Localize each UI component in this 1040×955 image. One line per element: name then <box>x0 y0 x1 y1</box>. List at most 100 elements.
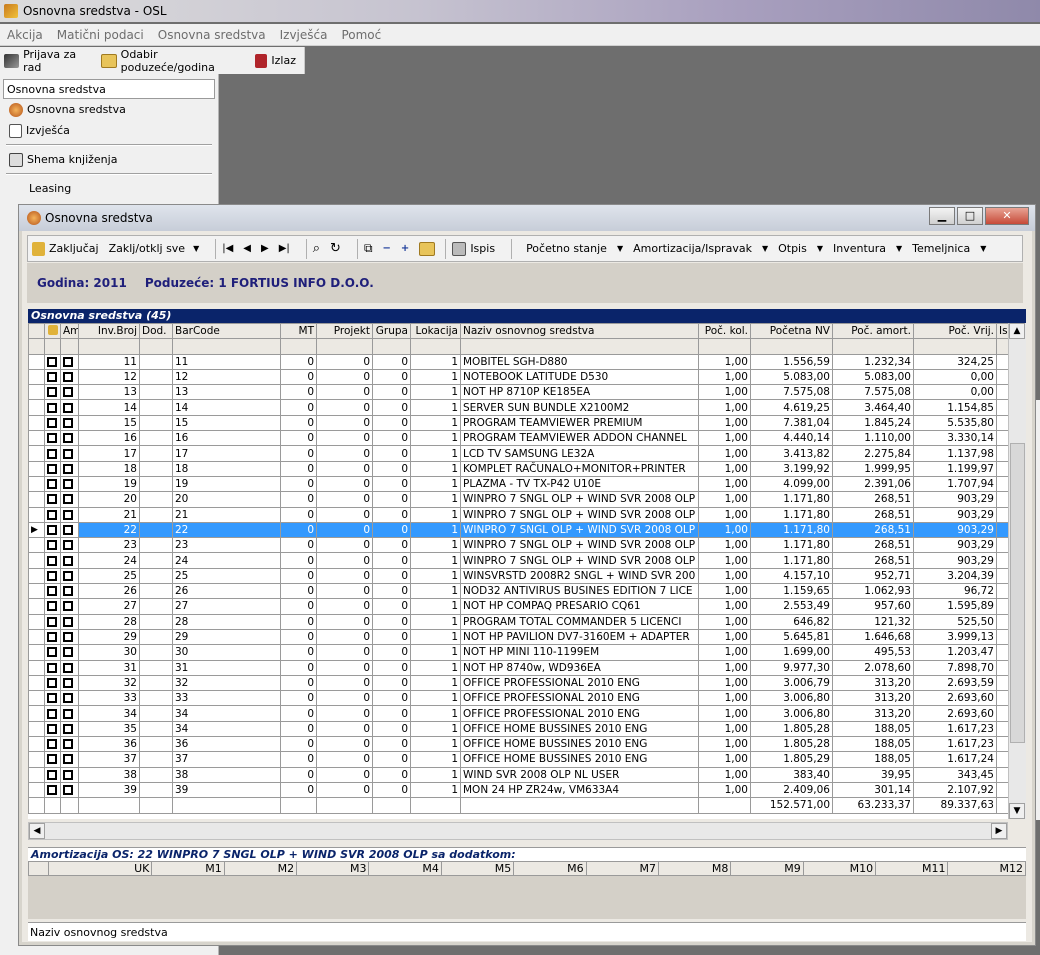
nav-item-izvjesca[interactable]: Izvješća <box>0 120 218 141</box>
cell-pocetna-nv[interactable]: 1.699,00 <box>750 644 833 661</box>
scroll-right-icon[interactable]: ▶ <box>991 823 1007 839</box>
cell-mt[interactable]: 0 <box>280 583 317 600</box>
cell-poc-vrij[interactable]: 1.137,98 <box>913 445 997 462</box>
cell-grupa[interactable]: 0 <box>372 552 411 569</box>
cell-poc-vrij[interactable]: 2.693,60 <box>913 690 997 707</box>
cell-poc-vrij[interactable]: 1.617,24 <box>913 751 997 768</box>
otpis-dropdown[interactable]: Otpis ▼ <box>778 242 823 255</box>
cell-mt[interactable]: 0 <box>280 414 317 432</box>
cell-poc-kol[interactable]: 1,00 <box>698 766 751 783</box>
cell-poc-vrij[interactable]: 3.204,39 <box>913 567 997 585</box>
cell-poc-kol[interactable]: 1,00 <box>698 445 751 462</box>
cell-poc-vrij[interactable]: 3.999,13 <box>913 628 997 646</box>
cell-poc-amort[interactable]: 1.232,34 <box>832 353 914 370</box>
table-row[interactable]: 38 38 0 0 0 1 WIND SVR 2008 OLP NL USER 1,00 383… <box>28 766 1008 783</box>
cell-poc-kol[interactable]: 1,00 <box>698 506 751 523</box>
cell-ispr[interactable] <box>996 628 1008 646</box>
cell-mt[interactable]: 0 <box>280 475 317 493</box>
am-checkbox[interactable] <box>60 353 79 370</box>
cell-barcode[interactable]: 26 <box>172 583 281 600</box>
col-header-poc-kol[interactable]: Poč. kol. <box>698 323 751 340</box>
cell-inv-broj[interactable]: 32 <box>78 674 140 692</box>
cell-ispr[interactable] <box>996 552 1008 569</box>
cell-naziv[interactable]: WINPRO 7 SNGL OLP + WIND SVR 2008 OLP <box>460 537 699 554</box>
cell-barcode[interactable]: 13 <box>172 384 281 401</box>
cell-ispr[interactable] <box>996 583 1008 600</box>
lock-checkbox[interactable] <box>44 736 61 753</box>
cell-projekt[interactable]: 0 <box>316 460 373 477</box>
am-checkbox[interactable] <box>60 491 79 508</box>
cell-ispr[interactable] <box>996 766 1008 783</box>
cell-poc-amort[interactable]: 268,51 <box>832 506 914 523</box>
cell-poc-kol[interactable]: 1,00 <box>698 613 751 630</box>
menu-akcija[interactable]: Akcija <box>0 28 50 42</box>
cell-ispr[interactable] <box>996 399 1008 416</box>
cell-lokacija[interactable]: 1 <box>410 736 461 753</box>
cell-mt[interactable]: 0 <box>280 644 317 661</box>
table-row[interactable]: 17 17 0 0 0 1 LCD TV SAMSUNG LE32A 1,00 3.413,82… <box>28 445 1008 462</box>
lock-checkbox[interactable] <box>44 613 61 630</box>
cell-grupa[interactable]: 0 <box>372 445 411 462</box>
cell-grupa[interactable]: 0 <box>372 430 411 447</box>
cell-lokacija[interactable]: 1 <box>410 598 461 615</box>
cell-pocetna-nv[interactable]: 5.645,81 <box>750 628 833 646</box>
am-checkbox[interactable] <box>60 781 79 799</box>
am-checkbox[interactable] <box>60 506 79 523</box>
cell-naziv[interactable]: PLAZMA - TV TX-P42 U10E <box>460 475 699 493</box>
cell-pocetna-nv[interactable]: 9.977,30 <box>750 659 833 676</box>
nav-item-shema-knjizenja[interactable]: Shema knjiženja <box>0 149 218 170</box>
cell-projekt[interactable]: 0 <box>316 751 373 768</box>
cell-poc-kol[interactable]: 1,00 <box>698 628 751 646</box>
cell-lokacija[interactable]: 1 <box>410 552 461 569</box>
table-row[interactable]: 36 36 0 0 0 1 OFFICE HOME BUSSINES 2010 ENG 1,0… <box>28 736 1008 753</box>
amort-col-m5[interactable]: M5 <box>440 861 515 876</box>
cell-inv-broj[interactable]: 15 <box>78 414 140 432</box>
cell-naziv[interactable]: WINSVRSTD 2008R2 SNGL + WIND SVR 200 <box>460 567 699 585</box>
cell-pocetna-nv[interactable]: 4.440,14 <box>750 430 833 447</box>
lock-checkbox[interactable] <box>44 628 61 646</box>
col-header-barcode[interactable]: BarCode <box>172 323 281 340</box>
cell-ispr[interactable] <box>996 751 1008 768</box>
cell-lokacija[interactable]: 1 <box>410 766 461 783</box>
lock-checkbox[interactable] <box>44 384 61 401</box>
table-row[interactable]: 33 33 0 0 0 1 OFFICE PROFESSIONAL 2010 ENG 1,00… <box>28 690 1008 707</box>
cell-grupa[interactable]: 0 <box>372 751 411 768</box>
cell-poc-kol[interactable]: 1,00 <box>698 674 751 692</box>
cell-poc-vrij[interactable]: 1.203,47 <box>913 644 997 661</box>
cell-grupa[interactable]: 0 <box>372 521 411 539</box>
cell-barcode[interactable]: 39 <box>172 781 281 799</box>
lock-checkbox[interactable] <box>44 598 61 615</box>
cell-pocetna-nv[interactable]: 383,40 <box>750 766 833 783</box>
cell-dod[interactable] <box>139 460 173 477</box>
lock-checkbox[interactable] <box>44 720 61 738</box>
cell-naziv[interactable]: NOT HP COMPAQ PRESARIO CQ61 <box>460 598 699 615</box>
table-row[interactable]: 21 21 0 0 0 1 WINPRO 7 SNGL OLP + WIND SVR 200… <box>28 506 1008 523</box>
cell-barcode[interactable]: 19 <box>172 475 281 493</box>
cell-poc-amort[interactable]: 39,95 <box>832 766 914 783</box>
cell-grupa[interactable]: 0 <box>372 781 411 799</box>
amort-col-m10[interactable]: M10 <box>802 861 877 876</box>
cell-dod[interactable] <box>139 506 173 523</box>
cell-grupa[interactable]: 0 <box>372 475 411 493</box>
table-row[interactable]: 23 23 0 0 0 1 WINPRO 7 SNGL OLP + WIND SVR 200… <box>28 537 1008 554</box>
lock-checkbox[interactable] <box>44 552 61 569</box>
cell-pocetna-nv[interactable]: 646,82 <box>750 613 833 630</box>
cell-lokacija[interactable]: 1 <box>410 537 461 554</box>
cell-poc-kol[interactable]: 1,00 <box>698 567 751 585</box>
cell-inv-broj[interactable]: 25 <box>78 567 140 585</box>
cell-inv-broj[interactable]: 16 <box>78 430 140 447</box>
cell-mt[interactable]: 0 <box>280 598 317 615</box>
cell-mt[interactable]: 0 <box>280 491 317 508</box>
am-checkbox[interactable] <box>60 567 79 585</box>
cell-poc-amort[interactable]: 301,14 <box>832 781 914 799</box>
cell-projekt[interactable]: 0 <box>316 690 373 707</box>
first-record-icon[interactable]: |◀ <box>222 243 233 254</box>
lock-checkbox[interactable] <box>44 644 61 661</box>
cell-naziv[interactable]: OFFICE HOME BUSSINES 2010 ENG <box>460 720 699 738</box>
cell-poc-vrij[interactable]: 3.330,14 <box>913 430 997 447</box>
cell-barcode[interactable]: 36 <box>172 736 281 753</box>
cell-barcode[interactable]: 34 <box>172 705 281 722</box>
cell-naziv[interactable]: SERVER SUN BUNDLE X2100M2 <box>460 399 699 416</box>
cell-barcode[interactable]: 38 <box>172 766 281 783</box>
cell-poc-kol[interactable]: 1,00 <box>698 659 751 676</box>
